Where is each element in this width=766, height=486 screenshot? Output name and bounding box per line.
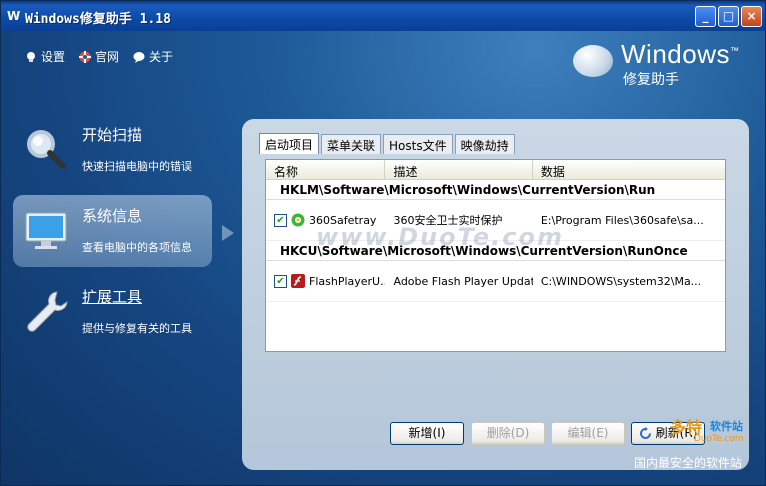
settings-link-label: 设置	[41, 50, 66, 64]
cell-name: ✔ FlashPlayerU...	[266, 274, 385, 288]
bulb-icon	[27, 51, 35, 62]
refresh-icon	[639, 427, 651, 439]
item-checkbox[interactable]: ✔	[274, 274, 287, 288]
logo-tm: ™	[729, 45, 740, 56]
active-indicator-arrow-icon	[222, 225, 234, 241]
registry-group-header: HKLM\Software\Microsoft\Windows\CurrentV…	[266, 180, 725, 200]
nav-title-sysinfo: 系统信息	[82, 207, 143, 225]
refresh-button[interactable]: 刷新(R)	[631, 422, 705, 445]
item-data: E:\Program Files\360safe\sa...	[540, 213, 704, 227]
close-button[interactable]: ×	[741, 6, 762, 27]
column-header-data[interactable]: 数据	[533, 160, 725, 179]
website-link[interactable]: 官网	[79, 48, 119, 65]
logo-word: Windows	[621, 39, 730, 69]
refresh-button-label: 刷新(R)	[655, 426, 698, 440]
flash-player-icon	[291, 274, 305, 288]
list-item[interactable]: ✔ 360Safetray 360安全卫士实时保护 E:\Program Fil…	[266, 200, 725, 241]
tab-image-hijack[interactable]: 映像劫持	[454, 134, 515, 154]
nav-item-tools[interactable]: 扩展工具 提供与修复有关的工具	[13, 276, 212, 348]
registry-group-header: HKCU\Software\Microsoft\Windows\CurrentV…	[266, 241, 725, 261]
product-logo: Windows™ 修复助手	[573, 39, 753, 89]
title-bar[interactable]: W Windows修复助手 1.18 _ □ ×	[1, 1, 765, 31]
nav-desc-scan: 快速扫描电脑中的错误	[82, 160, 192, 173]
settings-link[interactable]: 设置	[25, 48, 65, 65]
top-links: 设置 官网 关于	[25, 48, 173, 65]
nav-title-tools: 扩展工具	[82, 288, 143, 306]
magnifier-icon	[27, 130, 66, 169]
logo-wordmark: Windows™	[621, 39, 739, 70]
maximize-button[interactable]: □	[718, 6, 739, 27]
item-desc: 360安全卫士实时保护	[393, 214, 503, 227]
app-window: W Windows修复助手 1.18 _ □ × 设置 官网 关于 Window…	[0, 0, 766, 486]
window-title: Windows修复助手 1.18	[25, 12, 171, 27]
monitor-icon	[25, 212, 67, 249]
item-desc: Adobe Flash Player Updat...	[393, 274, 533, 288]
logo-bubble-icon	[573, 45, 613, 77]
item-data: C:\WINDOWS\system32\Ma...	[540, 274, 702, 288]
tab-bar: 启动项目 菜单关联 Hosts文件 映像劫持	[259, 133, 517, 155]
about-link-label: 关于	[149, 50, 174, 64]
item-name: FlashPlayerU...	[309, 274, 386, 288]
tab-startup[interactable]: 启动项目	[259, 133, 320, 154]
360safe-icon	[291, 213, 305, 227]
item-checkbox[interactable]: ✔	[274, 213, 287, 227]
edit-button[interactable]: 编辑(E)	[551, 422, 625, 445]
tab-menu-association[interactable]: 菜单关联	[321, 134, 382, 154]
startup-list[interactable]: 名称 描述 数据 HKLM\Software\Microsoft\Windows…	[265, 159, 726, 352]
website-link-label: 官网	[95, 50, 120, 64]
chat-icon	[133, 51, 145, 63]
nav-item-sysinfo[interactable]: 系统信息 查看电脑中的各项信息	[13, 195, 212, 267]
column-header-name[interactable]: 名称	[266, 160, 386, 179]
nav-desc-tools: 提供与修复有关的工具	[82, 322, 192, 335]
delete-button[interactable]: 删除(D)	[471, 422, 545, 445]
cell-name: ✔ 360Safetray	[266, 213, 385, 227]
nav-title-scan: 开始扫描	[82, 126, 143, 144]
add-button[interactable]: 新增(I)	[390, 422, 464, 445]
lifebuoy-icon	[79, 50, 92, 63]
column-header-desc[interactable]: 描述	[385, 160, 533, 179]
logo-subtitle: 修复助手	[623, 72, 679, 88]
about-link[interactable]: 关于	[133, 48, 173, 65]
wrench-icon	[27, 291, 68, 332]
list-header: 名称 描述 数据	[266, 160, 725, 180]
item-name: 360Safetray	[309, 213, 377, 227]
app-icon: W	[7, 9, 21, 23]
nav-desc-sysinfo: 查看电脑中的各项信息	[82, 241, 192, 254]
nav-item-scan[interactable]: 开始扫描 快速扫描电脑中的错误	[13, 114, 212, 186]
minimize-button[interactable]: _	[695, 6, 716, 27]
list-item[interactable]: ✔ FlashPlayerU... Adobe Flash Player Upd…	[266, 261, 725, 302]
tab-hosts[interactable]: Hosts文件	[383, 134, 453, 154]
